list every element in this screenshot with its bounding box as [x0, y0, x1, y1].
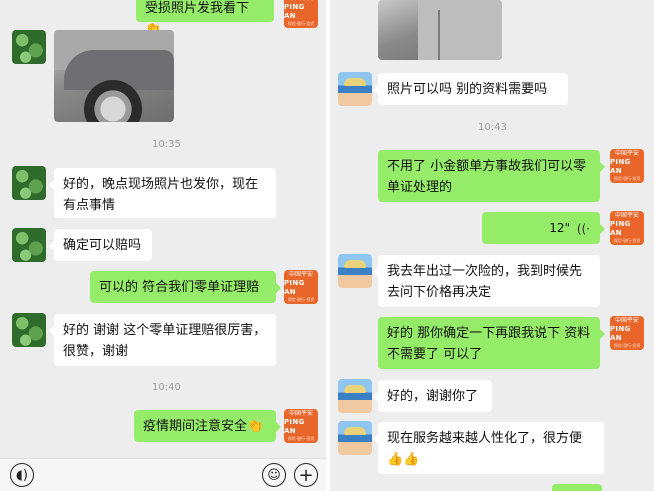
left-chat-panel: 受损照片发我看下👏 中国平安 PING AN 保险·银行·投资 10:35 好的… — [0, 0, 326, 491]
customer-avatar[interactable] — [12, 166, 46, 200]
customer-avatar[interactable] — [12, 313, 46, 347]
customer-avatar[interactable] — [338, 421, 372, 455]
timestamp: 10:43 — [478, 122, 507, 133]
insurer-avatar[interactable]: 中国平安 PING AN 保险·银行·投资 — [610, 211, 644, 245]
customer-avatar[interactable] — [12, 30, 46, 64]
timestamp: 10:40 — [152, 382, 181, 393]
damage-photo[interactable] — [378, 0, 502, 60]
emoji-icon[interactable]: ☺ — [262, 463, 286, 487]
message-bubble[interactable]: 不用了 小金额单方事故我们可以零单证处理的 — [378, 150, 605, 202]
timestamp: 10:35 — [152, 139, 181, 150]
message-bubble[interactable]: 现在服务越来越人性化了，很方便👍👍 — [373, 422, 604, 474]
voice-wave-icon: ((· — [576, 222, 590, 236]
customer-avatar[interactable] — [12, 228, 46, 262]
voice-duration: 12" — [549, 221, 570, 235]
partial-bubble — [552, 484, 602, 491]
voice-icon[interactable]: ◖) — [10, 463, 34, 487]
input-bar: ◖) ☺ + — [0, 458, 326, 491]
add-icon[interactable]: + — [294, 463, 318, 487]
insurer-avatar[interactable]: 中国平安 PING AN 保险·银行·投资 — [284, 409, 318, 443]
message-bubble[interactable]: 我去年出过一次险的，我到时候先去问下价格再决定 — [373, 255, 600, 307]
message-bubble[interactable]: 好的 那你确定一下再跟我说下 资料不需要了 可以了 — [378, 317, 605, 369]
message-bubble[interactable]: 好的，晚点现场照片也发你，现在有点事情 — [49, 168, 276, 218]
message-bubble[interactable]: 确定可以赔吗 — [49, 229, 152, 261]
message-bubble[interactable]: 好的，谢谢你了 — [373, 380, 492, 412]
voice-message[interactable]: 12" ((· — [482, 212, 605, 244]
message-bubble[interactable]: 照片可以吗 别的资料需要吗 — [373, 73, 568, 105]
insurer-avatar[interactable]: 中国平安 PING AN 保险·银行·投资 — [284, 0, 318, 28]
insurer-avatar[interactable]: 中国平安 PING AN 保险·银行·投资 — [284, 270, 318, 304]
message-bubble[interactable]: 可以的 符合我们零单证理赔 — [90, 271, 281, 303]
message-bubble[interactable]: 受损照片发我看下👏 — [136, 0, 274, 37]
message-bubble[interactable]: 疫情期间注意安全👏 — [134, 410, 281, 442]
insurer-avatar[interactable]: 中国平安 PING AN 保险·银行·投资 — [610, 316, 644, 350]
right-chat-panel: 照片可以吗 别的资料需要吗 10:43 不用了 小金额单方事故我们可以零单证处理… — [330, 0, 654, 491]
insurer-avatar[interactable]: 中国平安 PING AN 保险·银行·投资 — [610, 149, 644, 183]
customer-avatar[interactable] — [338, 379, 372, 413]
customer-avatar[interactable] — [338, 254, 372, 288]
message-bubble[interactable]: 好的 谢谢 这个零单证理赔很厉害，很赞，谢谢 — [49, 314, 276, 366]
damage-photo[interactable] — [54, 30, 174, 122]
customer-avatar[interactable] — [338, 72, 372, 106]
